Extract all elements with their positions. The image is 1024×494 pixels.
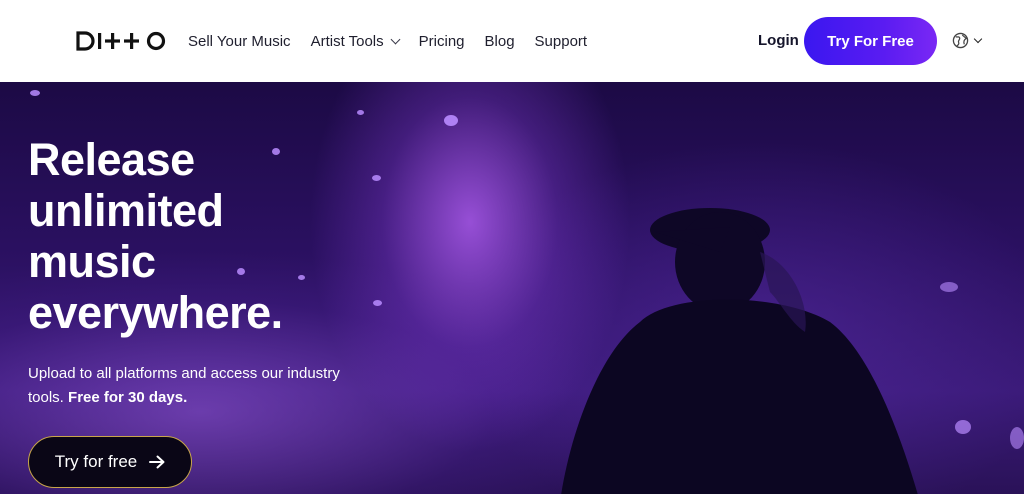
hero-title-line: Release <box>28 134 195 185</box>
menu-item-label: Pricing <box>418 32 465 50</box>
menu-item-label: Blog <box>484 32 515 50</box>
menu-item-support[interactable]: Support <box>535 33 588 50</box>
hero-section: Release unlimited music everywhere. Uplo… <box>0 82 1024 494</box>
menu-item-artist-tools[interactable]: Artist Tools <box>310 32 401 50</box>
light-spark <box>30 90 40 96</box>
try-for-free-button[interactable]: Try For Free <box>804 17 937 65</box>
main-menu: Sell Your Music Artist Tools Pricing Blo… <box>188 0 607 82</box>
menu-item-blog[interactable]: Blog <box>485 33 515 50</box>
light-spark <box>444 115 458 126</box>
light-spark <box>1010 427 1024 449</box>
menu-item-label: Artist Tools <box>310 32 384 50</box>
hero-title-line: everywhere. <box>28 287 283 338</box>
light-spark <box>940 282 958 292</box>
hero-subtitle-bold: Free for 30 days. <box>68 389 188 406</box>
hero-subtitle: Upload to all platforms and access our i… <box>28 362 368 410</box>
ditto-logo[interactable] <box>76 27 168 55</box>
arrow-right-icon <box>149 455 165 469</box>
light-spark <box>372 175 381 181</box>
hero-button-label: Try for free <box>54 452 138 471</box>
top-navbar: Sell Your Music Artist Tools Pricing Blo… <box>0 0 1024 82</box>
light-spark <box>373 300 382 306</box>
menu-item-pricing[interactable]: Pricing <box>419 33 465 50</box>
language-selector[interactable] <box>952 32 983 49</box>
chevron-down-icon <box>973 34 983 43</box>
login-link[interactable]: Login <box>758 32 799 49</box>
menu-item-sell-your-music[interactable]: Sell Your Music <box>188 33 291 50</box>
chevron-down-icon <box>390 34 401 44</box>
globe-icon <box>952 32 969 49</box>
menu-item-label: Support <box>534 32 588 50</box>
light-spark <box>357 110 364 115</box>
light-spark <box>955 420 971 434</box>
hero-title-line: unlimited <box>28 185 224 236</box>
hero-title-line: music <box>28 236 156 287</box>
cta-label: Try For Free <box>827 32 914 50</box>
hero-title: Release unlimited music everywhere. <box>28 134 358 338</box>
hero-try-for-free-button[interactable]: Try for free <box>28 436 192 488</box>
performer-silhouette <box>561 208 918 494</box>
menu-item-label: Sell Your Music <box>188 32 291 50</box>
